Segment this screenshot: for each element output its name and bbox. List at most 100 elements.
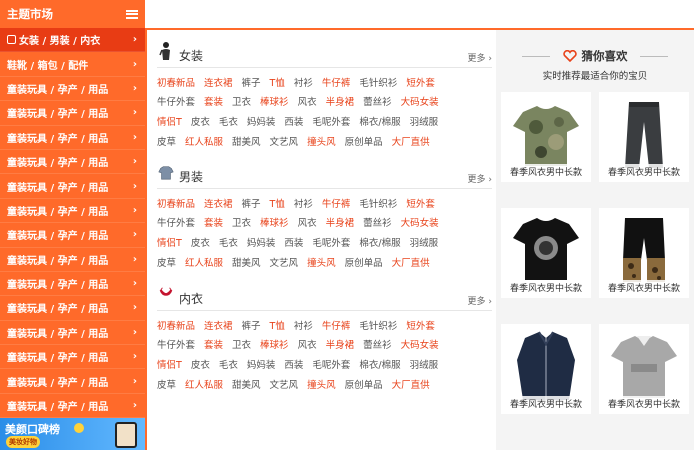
tag-link[interactable]: 裤子	[242, 75, 261, 89]
tag-link[interactable]: 卫衣	[232, 215, 251, 229]
tag-link[interactable]: 甜美风	[232, 134, 261, 148]
tag-link[interactable]: 半身裙	[326, 215, 355, 229]
tag-link[interactable]: 卫衣	[232, 94, 251, 108]
tag-link[interactable]: 文艺风	[270, 255, 299, 269]
tag-link[interactable]: 连衣裙	[204, 196, 233, 210]
sidebar-item-category[interactable]: 女装 / 男装 / 内衣 ›	[0, 28, 145, 53]
tag-link[interactable]: 皮草	[157, 377, 176, 391]
tag-link[interactable]: 风衣	[298, 94, 317, 108]
tag-link[interactable]: 毛针织衫	[359, 318, 397, 332]
tag-link[interactable]: 短外套	[406, 75, 435, 89]
tag-link[interactable]: 大厂直供	[392, 377, 430, 391]
tag-link[interactable]: 毛针织衫	[359, 75, 397, 89]
promo-banner[interactable]: 美颜口碑榜 美妆好物	[0, 418, 145, 450]
sidebar-item-category[interactable]: 童装玩具 / 孕产 / 用品 ›	[0, 150, 145, 175]
tag-link[interactable]: 棉衣/棉服	[359, 357, 400, 371]
product-card[interactable]: 春季风衣男中长款	[501, 92, 591, 182]
tag-link[interactable]: 西装	[284, 235, 303, 249]
tag-link[interactable]: 卫衣	[232, 337, 251, 351]
tag-link[interactable]: 羽绒服	[410, 357, 439, 371]
tag-link[interactable]: 套装	[204, 337, 223, 351]
tag-link[interactable]: 棉衣/棉服	[359, 235, 400, 249]
section-title[interactable]: 内衣	[157, 284, 203, 307]
tag-link[interactable]: 毛呢外套	[312, 235, 350, 249]
tag-link[interactable]: 皮衣	[191, 357, 210, 371]
tag-link[interactable]: T恤	[270, 318, 285, 332]
tag-link[interactable]: 文艺风	[270, 377, 299, 391]
tag-link[interactable]: 衬衫	[294, 196, 313, 210]
tag-link[interactable]: 情侣T	[157, 235, 182, 249]
tag-link[interactable]: 羽绒服	[410, 114, 439, 128]
sidebar-item-category[interactable]: 童装玩具 / 孕产 / 用品 ›	[0, 77, 145, 102]
tag-link[interactable]: 情侣T	[157, 357, 182, 371]
sidebar-item-category[interactable]: 童装玩具 / 孕产 / 用品 ›	[0, 321, 145, 346]
tag-link[interactable]: 情侣T	[157, 114, 182, 128]
tag-link[interactable]: 皮衣	[191, 114, 210, 128]
tag-link[interactable]: 甜美风	[232, 377, 261, 391]
tag-link[interactable]: 短外套	[406, 196, 435, 210]
more-link[interactable]: 更多 ›	[468, 172, 492, 185]
tag-link[interactable]: 棒球衫	[260, 337, 289, 351]
tag-link[interactable]: 撞头风	[307, 134, 336, 148]
tag-link[interactable]: 妈妈装	[247, 114, 276, 128]
tag-link[interactable]: 毛针织衫	[359, 196, 397, 210]
tag-link[interactable]: 大码女装	[401, 337, 439, 351]
tag-link[interactable]: 棒球衫	[260, 215, 289, 229]
tag-link[interactable]: 连衣裙	[204, 318, 233, 332]
tag-link[interactable]: 半身裙	[326, 337, 355, 351]
tag-link[interactable]: 半身裙	[326, 94, 355, 108]
sidebar-item-category[interactable]: 童装玩具 / 孕产 / 用品 ›	[0, 199, 145, 224]
sidebar-item-category[interactable]: 童装玩具 / 孕产 / 用品 ›	[0, 223, 145, 248]
tag-link[interactable]: 套装	[204, 94, 223, 108]
sidebar-item-category[interactable]: 童装玩具 / 孕产 / 用品 ›	[0, 248, 145, 272]
more-link[interactable]: 更多 ›	[468, 294, 492, 307]
tag-link[interactable]: 裤子	[242, 196, 261, 210]
tag-link[interactable]: 西装	[284, 114, 303, 128]
tag-link[interactable]: 蕾丝衫	[363, 94, 392, 108]
tag-link[interactable]: 衬衫	[294, 318, 313, 332]
tag-link[interactable]: 原创单品	[345, 377, 383, 391]
sidebar-item-category[interactable]: 童装玩具 / 孕产 / 用品 ›	[0, 296, 145, 321]
sidebar-item-category[interactable]: 鞋靴 / 箱包 / 配件 ›	[0, 52, 145, 77]
tag-link[interactable]: 羽绒服	[410, 235, 439, 249]
tag-link[interactable]: 风衣	[298, 215, 317, 229]
tag-link[interactable]: 牛仔裤	[322, 318, 351, 332]
more-link[interactable]: 更多 ›	[468, 51, 492, 64]
tag-link[interactable]: 红人私服	[185, 255, 223, 269]
tag-link[interactable]: 牛仔外套	[157, 215, 195, 229]
tag-link[interactable]: 大码女装	[401, 94, 439, 108]
sidebar-item-category[interactable]: 童装玩具 / 孕产 / 用品 ›	[0, 174, 145, 199]
tag-link[interactable]: 妈妈装	[247, 235, 276, 249]
tag-link[interactable]: 撞头风	[307, 377, 336, 391]
tag-link[interactable]: 初春新品	[157, 75, 195, 89]
tag-link[interactable]: 套装	[204, 215, 223, 229]
sidebar-item-category[interactable]: 童装玩具 / 孕产 / 用品 ›	[0, 126, 145, 150]
sidebar-item-category[interactable]: 童装玩具 / 孕产 / 用品 ›	[0, 345, 145, 370]
sidebar-item-category[interactable]: 童装玩具 / 孕产 / 用品 ›	[0, 101, 145, 126]
product-card[interactable]: 春季风衣男中长款	[501, 324, 591, 414]
tag-link[interactable]: 毛衣	[219, 357, 238, 371]
tag-link[interactable]: 大厂直供	[392, 255, 430, 269]
sidebar-item-category[interactable]: 童装玩具 / 孕产 / 用品 ›	[0, 272, 145, 297]
menu-icon[interactable]	[126, 9, 138, 19]
tag-link[interactable]: 毛衣	[219, 114, 238, 128]
tag-link[interactable]: 牛仔外套	[157, 94, 195, 108]
tag-link[interactable]: 初春新品	[157, 196, 195, 210]
tag-link[interactable]: 甜美风	[232, 255, 261, 269]
tag-link[interactable]: 妈妈装	[247, 357, 276, 371]
tag-link[interactable]: 原创单品	[345, 255, 383, 269]
tag-link[interactable]: 毛呢外套	[312, 357, 350, 371]
tag-link[interactable]: 衬衫	[294, 75, 313, 89]
tag-link[interactable]: 皮衣	[191, 235, 210, 249]
tag-link[interactable]: T恤	[270, 196, 285, 210]
tag-link[interactable]: 皮草	[157, 255, 176, 269]
section-title[interactable]: 男装	[157, 162, 203, 185]
tag-link[interactable]: 牛仔裤	[322, 75, 351, 89]
tag-link[interactable]: 原创单品	[345, 134, 383, 148]
tag-link[interactable]: 皮草	[157, 134, 176, 148]
tag-link[interactable]: 棉衣/棉服	[359, 114, 400, 128]
tag-link[interactable]: 裤子	[242, 318, 261, 332]
tag-link[interactable]: 撞头风	[307, 255, 336, 269]
tag-link[interactable]: 牛仔裤	[322, 196, 351, 210]
tag-link[interactable]: 风衣	[298, 337, 317, 351]
